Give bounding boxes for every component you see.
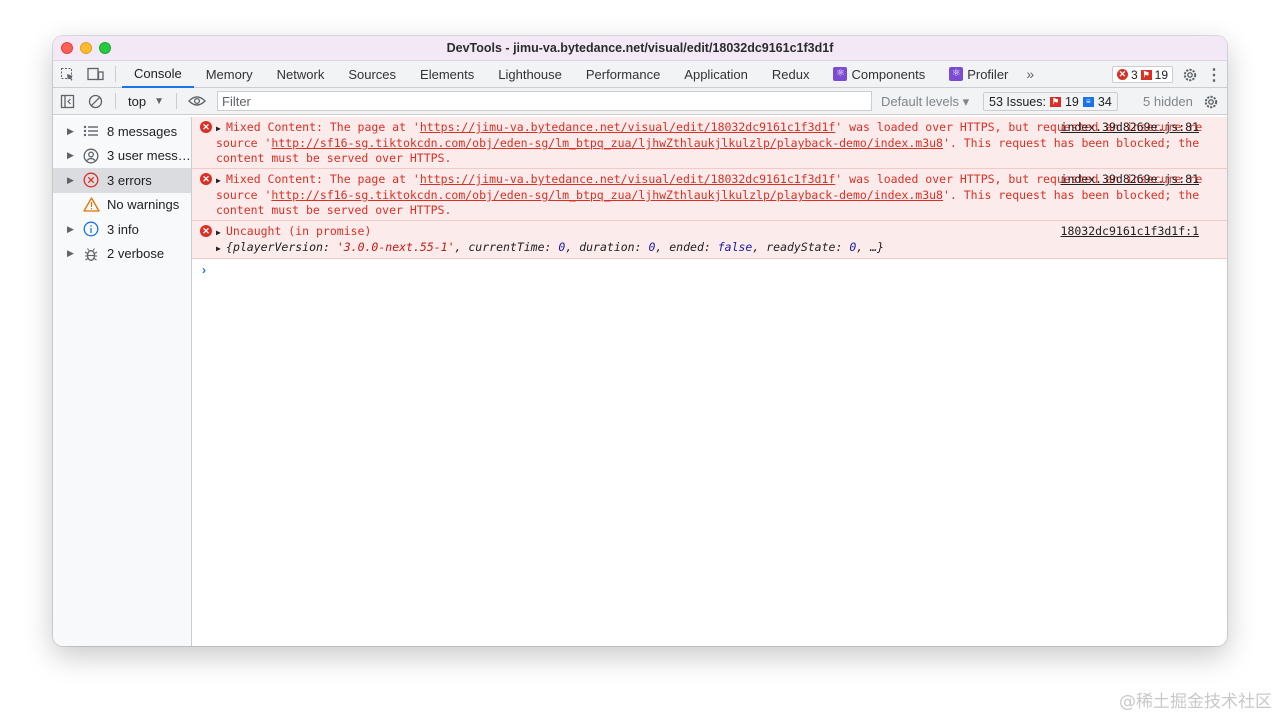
- console-output[interactable]: ✕ index.39d8269e.js:81 ▶ Mixed Content: T…: [192, 117, 1227, 646]
- minimize-window-button[interactable]: [80, 42, 92, 54]
- error-icon: ✕: [200, 121, 212, 133]
- tab-components[interactable]: ⚛ Components: [821, 61, 937, 88]
- bug-icon: [79, 246, 103, 262]
- tab-network[interactable]: Network: [265, 61, 337, 88]
- tab-elements[interactable]: Elements: [408, 61, 486, 88]
- issues-counter[interactable]: 53 Issues: ⚑ 19 ≡ 34: [983, 92, 1118, 111]
- log-levels-dropdown[interactable]: Default levels ▾: [881, 88, 969, 115]
- react-icon: ⚛: [833, 67, 848, 81]
- tab-memory[interactable]: Memory: [194, 61, 265, 88]
- sidebar-item-errors[interactable]: ▶ 3 errors: [53, 168, 191, 193]
- warning-icon: [79, 197, 103, 212]
- issues-info-count: 34: [1097, 94, 1112, 109]
- zoom-window-button[interactable]: [99, 42, 111, 54]
- sidebar-item-info[interactable]: ▶ 3 info: [53, 217, 191, 242]
- message-text: ▶ Mixed Content: The page at 'https://jim…: [216, 172, 1203, 217]
- console-prompt-chevron-icon[interactable]: ›: [192, 259, 1227, 277]
- tab-lighthouse[interactable]: Lighthouse: [486, 61, 574, 88]
- console-error-message[interactable]: ✕ index.39d8269e.js:81 ▶ Mixed Content: T…: [192, 169, 1227, 221]
- tab-performance[interactable]: Performance: [574, 61, 672, 88]
- expand-triangle-icon[interactable]: ▶: [216, 241, 226, 256]
- context-label: top: [128, 93, 147, 109]
- divider: [175, 93, 177, 109]
- traffic-lights: [61, 42, 111, 54]
- divider: [115, 66, 116, 82]
- expand-triangle-icon[interactable]: ▶: [67, 150, 79, 161]
- sidebar-toggle-icon[interactable]: [53, 88, 81, 115]
- close-window-button[interactable]: [61, 42, 73, 54]
- expand-triangle-icon[interactable]: ▶: [216, 173, 226, 188]
- expand-triangle-icon[interactable]: ▶: [67, 175, 79, 186]
- page-url-link[interactable]: https://jimu-va.bytedance.net/visual/edi…: [420, 120, 835, 134]
- info-icon: [79, 221, 103, 237]
- message-text: ▶ Uncaught (in promise): [216, 224, 372, 240]
- console-sidebar: ▶ 8 messages ▶ 3 user mess… ▶ 3 errors N…: [53, 117, 192, 646]
- devtools-window: DevTools - jimu-va.bytedance.net/visual/…: [53, 36, 1227, 646]
- console-error-message[interactable]: ✕ 18032dc9161c1f3d1f:1 ▶ Uncaught (in pro…: [192, 221, 1227, 259]
- source-link[interactable]: 18032dc9161c1f3d1f:1: [1061, 224, 1199, 239]
- issues-error-count: 19: [1064, 94, 1079, 109]
- tab-console[interactable]: Console: [122, 61, 194, 88]
- divider: [115, 93, 116, 109]
- more-tabs-icon[interactable]: »: [1020, 66, 1038, 82]
- more-options-icon[interactable]: ⋮: [1206, 61, 1222, 88]
- inspect-element-icon[interactable]: [53, 61, 81, 88]
- tabbar-right: ✕ 3 ⚑ 19 ⋮: [1111, 61, 1222, 88]
- issue-flag-icon: ⚑: [1140, 69, 1152, 80]
- expand-triangle-icon[interactable]: ▶: [67, 248, 79, 259]
- error-icon: ✕: [1116, 69, 1128, 80]
- resource-url-link[interactable]: http://sf16-sg.tiktokcdn.com/obj/eden-sg…: [271, 188, 943, 202]
- device-toolbar-icon[interactable]: [81, 61, 109, 88]
- expand-triangle-icon[interactable]: ▶: [216, 225, 226, 240]
- tab-application[interactable]: Application: [672, 61, 760, 88]
- console-toolbar: top ▼ Default levels ▾ 53 Issues: ⚑ 19 ≡…: [53, 88, 1227, 115]
- window-title: DevTools - jimu-va.bytedance.net/visual/…: [446, 41, 834, 55]
- panel-tabbar: Console Memory Network Sources Elements …: [53, 61, 1227, 88]
- resource-url-link[interactable]: http://sf16-sg.tiktokcdn.com/obj/eden-sg…: [271, 136, 943, 150]
- console-error-message[interactable]: ✕ index.39d8269e.js:81 ▶ Mixed Content: T…: [192, 117, 1227, 169]
- issue-error-flag-icon: ⚑: [1049, 96, 1061, 107]
- error-warning-counter[interactable]: ✕ 3 ⚑ 19: [1111, 66, 1173, 83]
- expand-triangle-icon[interactable]: ▶: [67, 224, 79, 235]
- settings-gear-icon[interactable]: [1177, 61, 1203, 88]
- sidebar-item-user-messages[interactable]: ▶ 3 user mess…: [53, 144, 191, 169]
- hidden-count: 5 hidden: [1143, 94, 1193, 109]
- react-icon: ⚛: [949, 67, 964, 81]
- source-link[interactable]: index.39d8269e.js:81: [1061, 120, 1199, 135]
- warning-count: 19: [1154, 67, 1168, 82]
- filter-input[interactable]: [217, 91, 872, 111]
- title-bar: DevTools - jimu-va.bytedance.net/visual/…: [53, 36, 1227, 61]
- error-count: 3: [1130, 67, 1138, 82]
- issue-info-flag-icon: ≡: [1082, 96, 1094, 107]
- list-icon: [79, 125, 103, 137]
- console-main: ▶ 8 messages ▶ 3 user mess… ▶ 3 errors N…: [53, 117, 1227, 646]
- tab-redux[interactable]: Redux: [760, 61, 822, 88]
- console-settings-gear-icon[interactable]: [1203, 88, 1219, 115]
- expand-triangle-icon[interactable]: ▶: [67, 126, 79, 137]
- message-text: ▶ Mixed Content: The page at 'https://jim…: [216, 120, 1203, 165]
- error-icon: ✕: [200, 225, 212, 237]
- live-expression-eye-icon[interactable]: [183, 88, 211, 115]
- source-link[interactable]: index.39d8269e.js:81: [1061, 172, 1199, 187]
- expand-triangle-icon[interactable]: ▶: [216, 121, 226, 136]
- clear-console-icon[interactable]: [81, 88, 109, 115]
- issues-label: 53 Issues:: [989, 94, 1046, 109]
- tab-sources[interactable]: Sources: [336, 61, 408, 88]
- logged-object[interactable]: ▶ {playerVersion: '3.0.0-next.55-1', curr…: [216, 240, 1205, 256]
- error-icon: ✕: [200, 173, 212, 185]
- sidebar-item-messages[interactable]: ▶ 8 messages: [53, 119, 191, 144]
- error-circle-icon: [79, 172, 103, 188]
- page-url-link[interactable]: https://jimu-va.bytedance.net/visual/edi…: [420, 172, 835, 186]
- dropdown-caret-icon: ▼: [154, 95, 164, 107]
- user-icon: [79, 148, 103, 164]
- tab-profiler[interactable]: ⚛ Profiler: [937, 61, 1020, 88]
- context-selector[interactable]: top ▼: [122, 94, 170, 109]
- sidebar-item-verbose[interactable]: ▶ 2 verbose: [53, 242, 191, 267]
- sidebar-item-warnings[interactable]: No warnings: [53, 193, 191, 218]
- watermark: @稀土掘金技术社区: [1119, 692, 1272, 712]
